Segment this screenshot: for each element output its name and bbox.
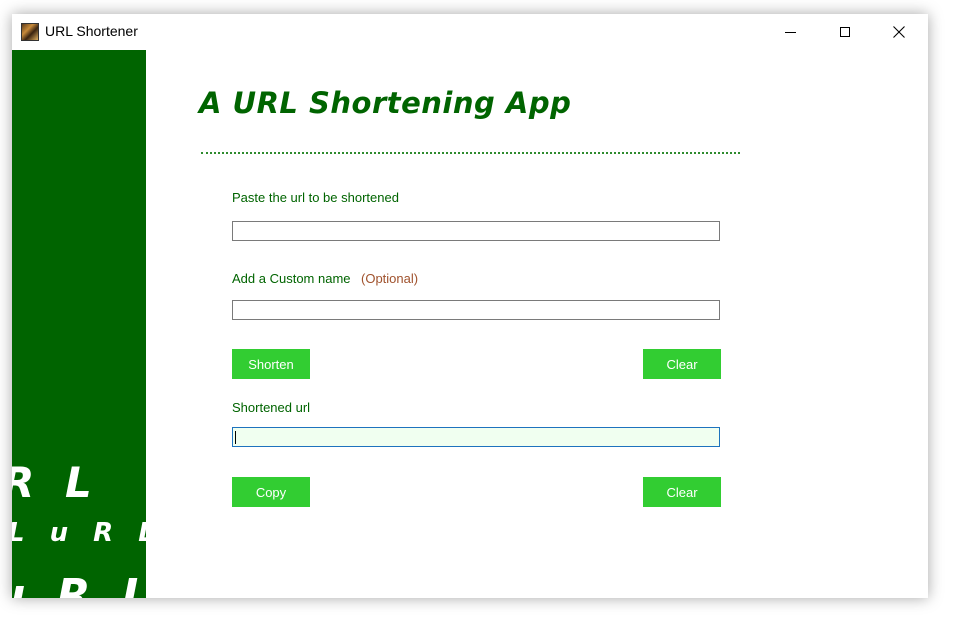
close-icon [893, 26, 905, 38]
title-divider [201, 152, 740, 154]
minimize-button[interactable] [767, 14, 813, 50]
minimize-icon [784, 31, 796, 33]
title-bar[interactable]: URL Shortener [12, 14, 928, 50]
custom-name-input[interactable] [232, 300, 720, 320]
app-window: URL Shortener R L L u R L u R L A URL Sh… [12, 14, 928, 598]
maximize-icon [840, 27, 850, 37]
main-panel: A URL Shortening App Paste the url to be… [146, 50, 928, 598]
custom-name-label: Add a Custom name [232, 271, 351, 286]
shorten-button[interactable]: Shorten [232, 349, 310, 379]
window-title: URL Shortener [45, 23, 138, 39]
maximize-button[interactable] [822, 14, 868, 50]
url-input[interactable] [232, 221, 720, 241]
sidebar-decor-text-1: R L [12, 458, 100, 507]
optional-hint: (Optional) [361, 271, 419, 286]
sidebar-banner: R L L u R L u R L [12, 50, 146, 598]
close-button[interactable] [876, 14, 922, 50]
page-title: A URL Shortening App [199, 86, 572, 120]
copy-button[interactable]: Copy [232, 477, 310, 507]
shortened-url-field[interactable] [232, 427, 720, 447]
clear-output-button[interactable]: Clear [643, 477, 721, 507]
app-icon [21, 23, 39, 41]
url-label: Paste the url to be shortened [232, 190, 399, 205]
text-caret [235, 431, 236, 444]
shortened-url-label: Shortened url [232, 400, 311, 415]
sidebar-decor-text-3: u R L [12, 570, 146, 598]
sidebar-decor-text-2: L u R L [12, 518, 146, 548]
clear-input-button[interactable]: Clear [643, 349, 721, 379]
